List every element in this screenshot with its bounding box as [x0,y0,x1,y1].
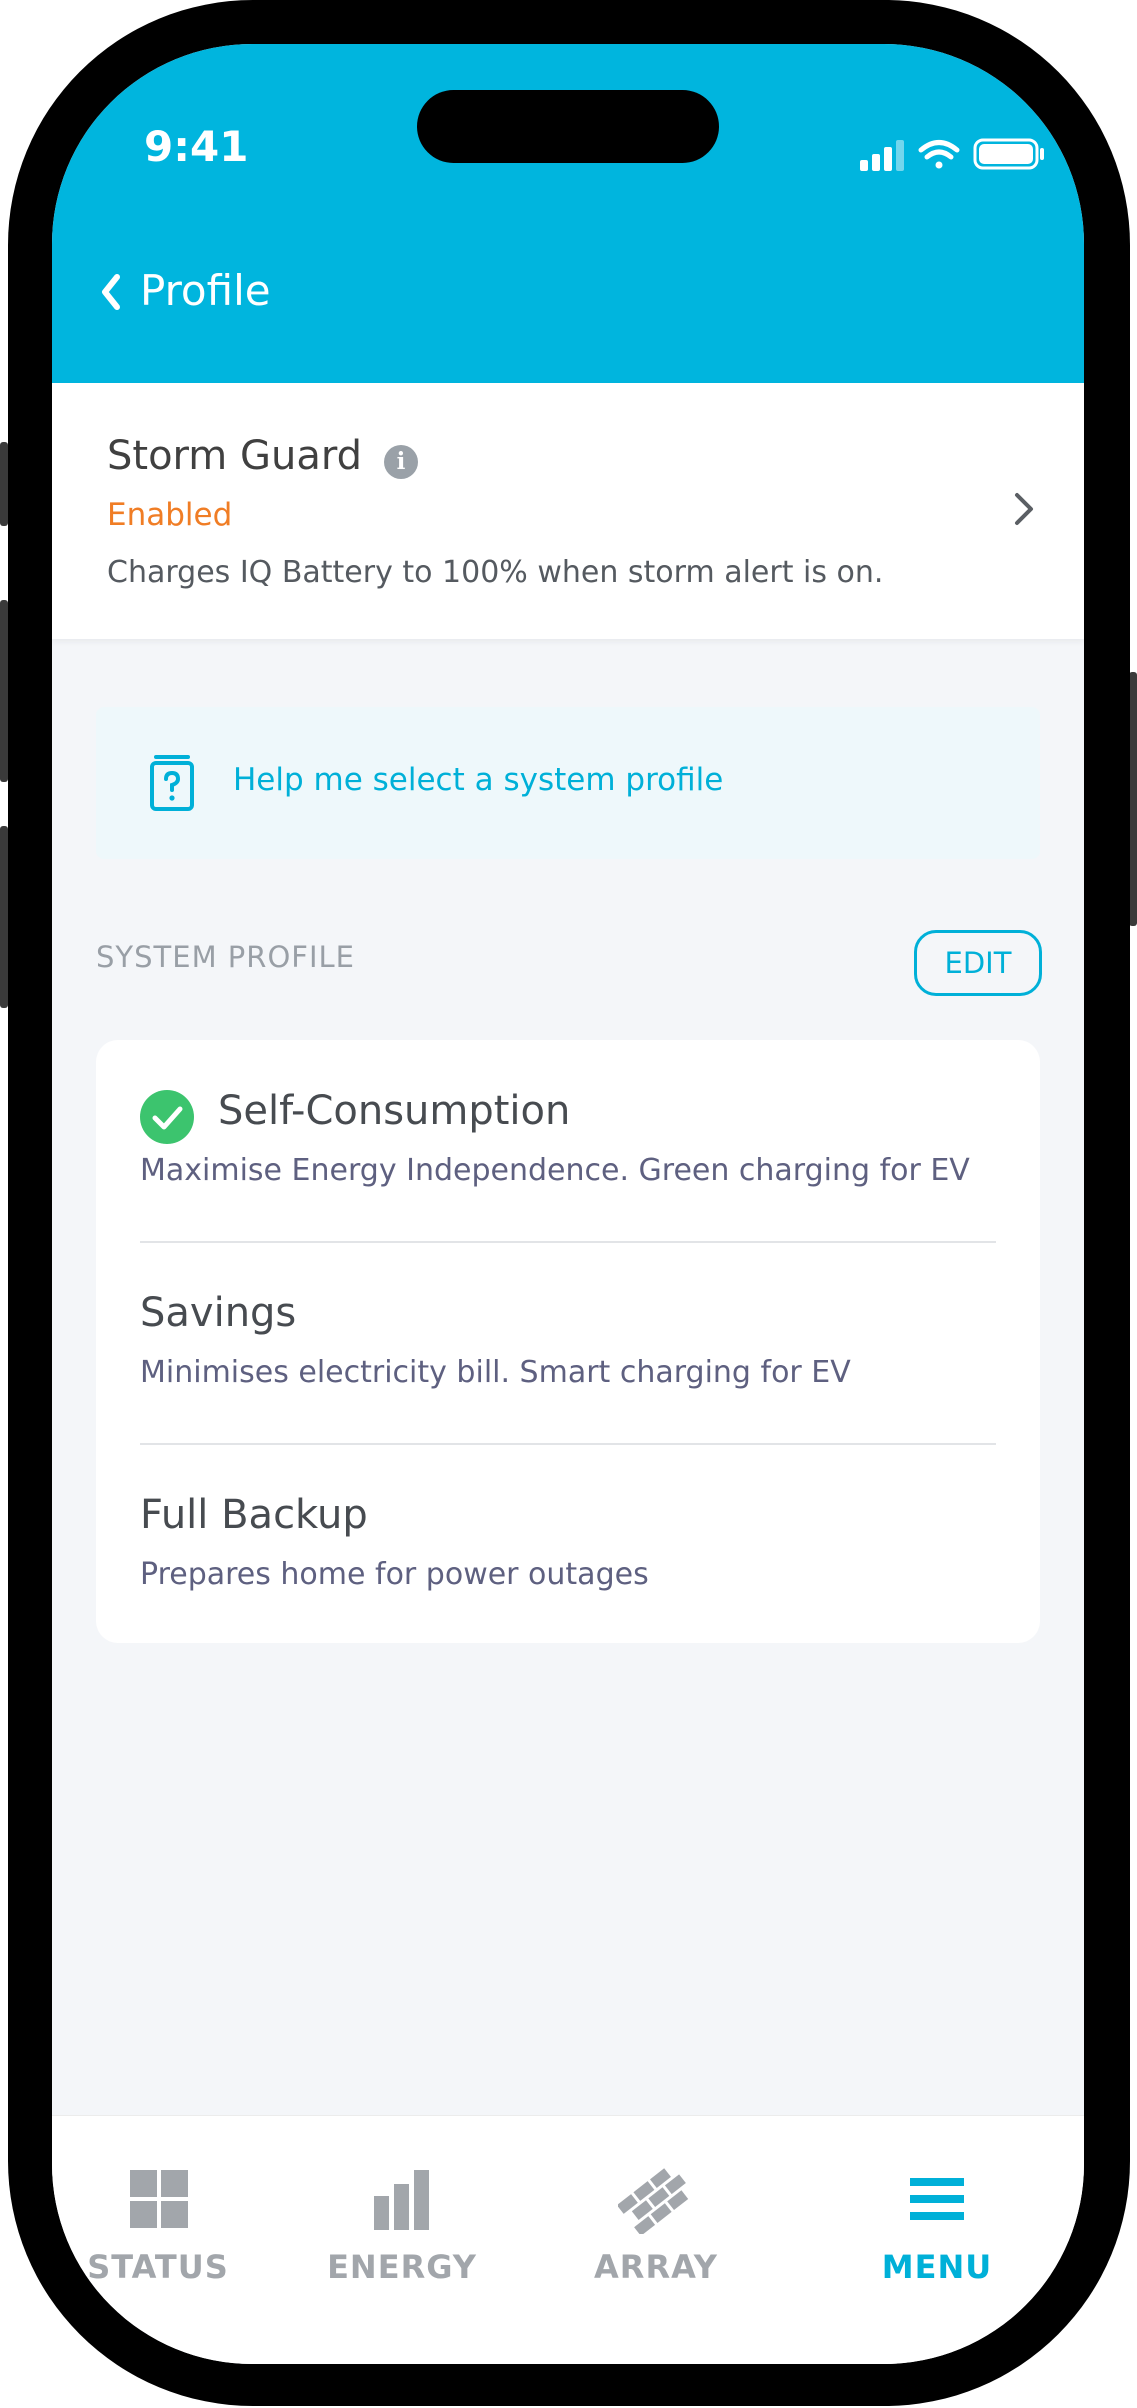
check-circle-icon [140,1090,194,1144]
status-time: 9:41 [144,122,249,171]
action-button [0,442,8,526]
tab-status[interactable]: STATUS [78,2116,238,2364]
storm-guard-title: Storm Guard [107,433,362,479]
volume-down-button [0,826,8,1008]
tab-energy[interactable]: ENERGY [322,2116,482,2364]
app-screen: 9:41 Profile Storm Guard i Enabled Charg… [52,44,1084,2364]
info-icon[interactable]: i [384,445,418,479]
storm-guard-row[interactable]: Storm Guard i Enabled Charges IQ Battery… [52,383,1084,639]
help-book-icon [150,755,194,811]
profile-item-full-backup[interactable]: Full Backup Prepares home for power outa… [96,1444,1040,1646]
profile-item-description: Minimises electricity bill. Smart chargi… [140,1355,851,1390]
grid-icon [130,2170,188,2228]
tab-label: STATUS [87,2248,229,2286]
profile-item-title: Savings [140,1290,297,1336]
storm-guard-status: Enabled [107,497,233,533]
tab-label: MENU [881,2248,993,2286]
status-icons [860,138,1044,171]
chevron-right-icon [1015,493,1033,525]
profile-item-title: Self-Consumption [218,1088,571,1134]
wifi-icon [918,140,960,169]
tab-array[interactable]: ARRAY [576,2116,736,2364]
profile-item-description: Prepares home for power outages [140,1557,649,1592]
help-link: Help me select a system profile [233,762,724,798]
back-chevron-icon[interactable] [92,266,132,318]
section-label: SYSTEM PROFILE [96,940,355,974]
menu-icon [910,2178,964,2220]
cellular-signal-icon [860,140,904,171]
app-header: 9:41 Profile [52,44,1084,383]
tab-label: ENERGY [327,2248,477,2286]
dynamic-island [417,90,719,163]
profile-item-title: Full Backup [140,1492,368,1538]
profile-list: Self-Consumption Maximise Energy Indepen… [96,1040,1040,1643]
tab-bar: STATUS ENERGY ARRAY MENU [52,2115,1084,2364]
bar-chart-icon [374,2170,429,2230]
solar-array-icon [618,2168,689,2234]
profile-item-self-consumption[interactable]: Self-Consumption Maximise Energy Indepen… [96,1040,1040,1242]
battery-icon [973,138,1044,170]
tab-label: ARRAY [594,2248,718,2286]
tab-menu[interactable]: MENU [857,2116,1017,2364]
volume-up-button [0,600,8,782]
help-banner[interactable]: Help me select a system profile [96,707,1040,859]
profile-item-description: Maximise Energy Independence. Green char… [140,1153,970,1188]
power-button [1129,672,1137,926]
storm-guard-description: Charges IQ Battery to 100% when storm al… [107,555,884,590]
page-title: Profile [140,266,271,315]
profile-item-savings[interactable]: Savings Minimises electricity bill. Smar… [96,1242,1040,1444]
edit-button[interactable]: EDIT [914,930,1042,996]
